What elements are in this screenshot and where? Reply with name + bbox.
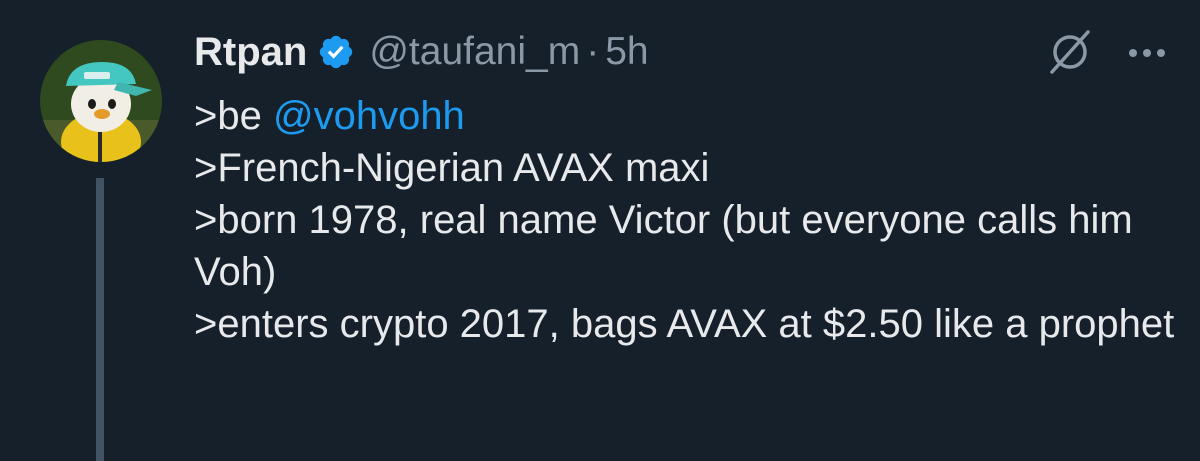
tweet-line-2: >French-Nigerian AVAX maxi (194, 146, 710, 190)
tweet-header: Rtpan @taufani_m · 5h (194, 24, 649, 80)
more-dots-icon[interactable] (1128, 48, 1166, 58)
avatar[interactable] (40, 40, 162, 162)
mention-link[interactable]: @vohvohh (273, 94, 465, 138)
tweet-text: >be @vohvohh >French-Nigerian AVAX maxi … (194, 90, 1184, 350)
thread-line (96, 178, 104, 461)
header-separator: · (586, 30, 600, 73)
verified-badge-icon[interactable] (317, 33, 355, 71)
tweet-line-1-prefix: >be (194, 94, 273, 138)
tweet-line-1: >be @vohvohh (194, 90, 1184, 142)
tweet-actions (1000, 24, 1200, 80)
tweet-line-4: >enters crypto 2017, bags AVAX at $2.50 … (194, 302, 1175, 346)
tweet[interactable]: Rtpan @taufani_m · 5h >be @vohvohh >Fren… (0, 0, 1200, 461)
tweet-line-3: >born 1978, real name Victor (but everyo… (194, 198, 1133, 294)
grok-slash-icon[interactable] (1044, 26, 1096, 78)
timestamp[interactable]: 5h (605, 30, 648, 74)
display-name[interactable]: Rtpan (194, 30, 307, 75)
penguin-avatar-icon (40, 40, 162, 162)
author-handle[interactable]: @taufani_m (369, 30, 580, 74)
